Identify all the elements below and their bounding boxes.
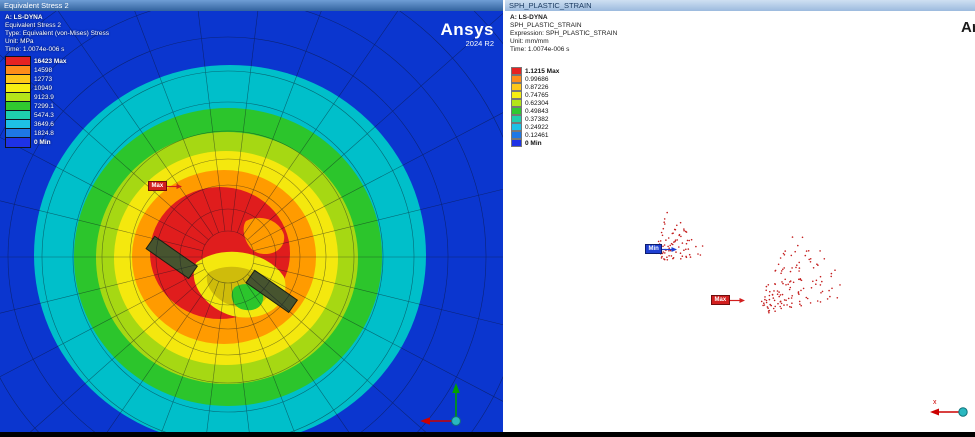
sph-result-panel: SPH_PLASTIC_STRAIN A: LS-DYNASPH_PLASTIC…	[505, 0, 975, 437]
stress-3d-viewport[interactable]: A: LS-DYNAEquivalent Stress 2Type: Equiv…	[0, 11, 503, 437]
legend-entry: 0 Min	[5, 138, 67, 147]
legend-value: 10949	[34, 85, 52, 92]
max-tag: Max	[711, 295, 730, 305]
sph-particle-cloud	[505, 11, 975, 437]
legend-value: 0.37382	[525, 116, 549, 123]
header-line: Unit: mm/mm	[510, 38, 617, 46]
x-axis-label: x	[933, 399, 937, 406]
legend-value: 0.62304	[525, 100, 549, 107]
legend-value: 0.24922	[525, 124, 549, 131]
header-line: Time: 1.0074e-006 s	[510, 46, 617, 54]
legend-value: 16423 Max	[34, 58, 67, 65]
legend-value: 0.87226	[525, 84, 549, 91]
legend-value: 5474.3	[34, 112, 54, 119]
orientation-triad[interactable]: x	[923, 391, 973, 425]
legend-swatch	[5, 137, 31, 148]
ansys-logo: Ansys 2024 R2	[440, 21, 494, 48]
legend-value: 1824.8	[34, 130, 54, 137]
right-viewport-title: SPH_PLASTIC_STRAIN	[509, 1, 592, 10]
sph-3d-viewport[interactable]: A: LS-DYNASPH_PLASTIC_STRAINExpression: …	[505, 11, 975, 437]
right-viewport-titlebar[interactable]: SPH_PLASTIC_STRAIN	[505, 0, 975, 11]
y-axis-arrowhead	[452, 383, 460, 393]
header-line: Expression: SPH_PLASTIC_STRAIN	[510, 30, 617, 38]
z-axis-ball[interactable]	[452, 417, 461, 426]
max-leader-arrow	[167, 183, 182, 190]
stress-legend: 16423 Max 14598 12773 10949 9123.9 7299.1 5474…	[5, 57, 67, 147]
legend-value: 0.74765	[525, 92, 549, 99]
header-line: A: LS-DYNA	[5, 14, 109, 22]
min-leader-arrow	[662, 246, 677, 253]
header-line: A: LS-DYNA	[510, 14, 617, 22]
stress-contour-plot[interactable]	[0, 11, 503, 437]
left-viewport-title: Equivalent Stress 2	[4, 1, 69, 10]
legend-value: 7299.1	[34, 103, 54, 110]
header-line: Time: 1.0074e-006 s	[5, 46, 109, 54]
min-annotation: Min	[645, 244, 677, 254]
result-info-block: A: LS-DYNAEquivalent Stress 2Type: Equiv…	[5, 14, 109, 54]
legend-value: 0 Min	[525, 140, 542, 147]
legend-value: 0 Min	[34, 139, 51, 146]
header-line: Equivalent Stress 2	[5, 22, 109, 30]
max-annotation: Max	[148, 181, 182, 191]
legend-value: 9123.9	[34, 94, 54, 101]
legend-value: 0.12461	[525, 132, 549, 139]
legend-value: 0.99686	[525, 76, 549, 83]
stress-result-panel: Equivalent Stress 2	[0, 0, 503, 437]
x-axis-arrowhead	[930, 409, 939, 416]
legend-value: 3649.6	[34, 121, 54, 128]
orientation-triad[interactable]	[412, 379, 470, 431]
ansys-logo-clipped: Ansys	[961, 19, 975, 36]
legend-value: 1.1215 Max	[525, 68, 559, 75]
header-line: SPH_PLASTIC_STRAIN	[510, 22, 617, 30]
max-annotation: Max	[711, 295, 745, 305]
left-viewport-titlebar[interactable]: Equivalent Stress 2	[0, 0, 503, 11]
app-window: Equivalent Stress 2	[0, 0, 975, 437]
x-axis-arrowhead	[420, 417, 430, 425]
legend-entry: 0 Min	[511, 139, 559, 147]
header-line: Unit: MPa	[5, 38, 109, 46]
max-tag: Max	[148, 181, 167, 191]
header-line: Type: Equivalent (von-Mises) Stress	[5, 30, 109, 38]
legend-swatch	[511, 139, 522, 148]
legend-value: 12773	[34, 76, 52, 83]
result-info-block: A: LS-DYNASPH_PLASTIC_STRAINExpression: …	[510, 14, 617, 54]
ansys-version-text: 2024 R2	[440, 39, 494, 48]
legend-value: 14598	[34, 67, 52, 74]
max-leader-arrow	[730, 297, 745, 304]
legend-value: 0.49843	[525, 108, 549, 115]
min-tag: Min	[645, 244, 662, 254]
bottom-border	[0, 432, 975, 437]
ansys-brand-text: Ansys	[440, 21, 494, 39]
strain-legend: 1.1215 Max0.996860.872260.747650.623040.…	[511, 67, 559, 147]
contour-bands	[0, 11, 503, 437]
z-axis-ball[interactable]	[959, 408, 967, 416]
